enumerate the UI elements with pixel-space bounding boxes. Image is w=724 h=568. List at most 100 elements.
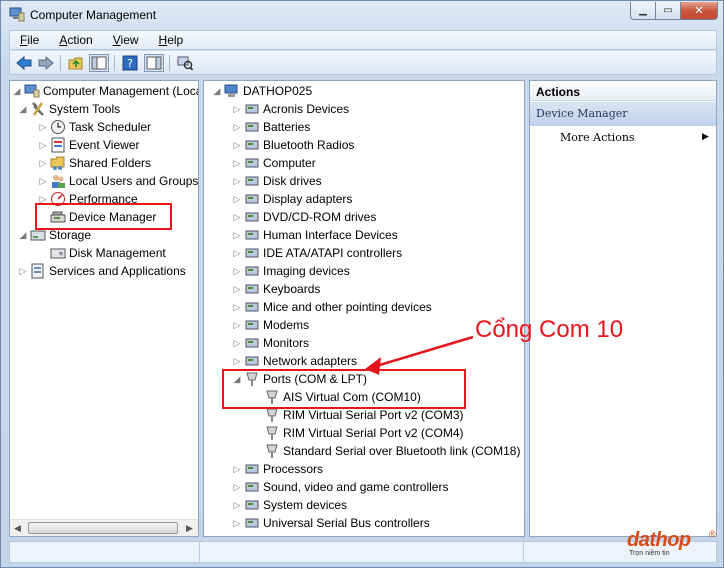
minimize-button[interactable]: ▁ xyxy=(630,2,656,20)
registered-mark: ® xyxy=(709,529,716,539)
device-category[interactable]: ▷ Processors xyxy=(232,460,324,478)
maximize-button[interactable]: ▭ xyxy=(655,2,681,20)
scroll-right-icon[interactable]: ▶ xyxy=(186,523,193,534)
menu-bar: File Action View Help xyxy=(9,30,717,50)
expand-arrow-icon[interactable]: ▷ xyxy=(232,248,242,259)
scan-hardware-icon[interactable] xyxy=(175,54,195,72)
show-hide-action-pane-icon[interactable] xyxy=(144,54,164,72)
device-category[interactable]: ▷ Sound, video and game controllers xyxy=(232,478,449,496)
device-category[interactable]: ▷ Disk drives xyxy=(232,172,322,190)
device-category[interactable]: ▷ Acronis Devices xyxy=(232,100,350,118)
menu-help[interactable]: Help xyxy=(149,33,194,47)
status-cell xyxy=(10,542,200,562)
device-category[interactable]: ▷ Monitors xyxy=(232,334,309,352)
device-category[interactable]: ▷ Bluetooth Radios xyxy=(232,136,355,154)
device-root[interactable]: ◢ DATHOP025 xyxy=(212,82,313,100)
expand-arrow-icon[interactable]: ▷ xyxy=(232,158,242,169)
device-category[interactable]: ▷ Network adapters xyxy=(232,352,358,370)
scrollbar-thumb[interactable] xyxy=(28,522,178,534)
horizontal-scrollbar[interactable]: ◀ ▶ xyxy=(10,519,198,536)
tools-icon xyxy=(30,101,46,117)
computer-management-window: Computer Management ▁ ▭ ✕ File Action Vi… xyxy=(0,0,724,568)
console-tree-pane: ◢ Computer Management (Local ◢ System To… xyxy=(9,80,199,537)
expand-arrow-icon[interactable]: ▷ xyxy=(232,140,242,151)
port-device[interactable]: Standard Serial over Bluetooth link (COM… xyxy=(264,442,520,460)
device-category[interactable]: ▷ IDE ATA/ATAPI controllers xyxy=(232,244,403,262)
device-category-icon xyxy=(244,209,260,225)
expand-arrow-icon[interactable]: ▷ xyxy=(232,464,242,475)
device-category[interactable]: ▷ Display adapters xyxy=(232,190,353,208)
device-category-icon xyxy=(244,515,260,531)
expand-arrow-icon[interactable]: ▷ xyxy=(232,194,242,205)
collapse-arrow-icon[interactable]: ◢ xyxy=(18,230,28,241)
collapse-arrow-icon[interactable]: ◢ xyxy=(212,86,222,97)
expand-arrow-icon[interactable]: ▷ xyxy=(38,158,48,169)
tree-item-event-viewer[interactable]: ▷ Event Viewer xyxy=(38,136,139,154)
expand-arrow-icon[interactable]: ▷ xyxy=(232,284,242,295)
back-arrow-icon[interactable] xyxy=(14,54,34,72)
more-actions-link[interactable]: More Actions xyxy=(560,131,635,144)
expand-arrow-icon[interactable]: ▷ xyxy=(232,500,242,511)
expand-arrow-icon[interactable]: ▷ xyxy=(232,104,242,115)
title-bar: Computer Management ▁ ▭ ✕ xyxy=(1,1,723,29)
collapse-arrow-icon[interactable]: ◢ xyxy=(12,86,22,97)
device-category[interactable]: ▷ Batteries xyxy=(232,118,311,136)
show-hide-console-tree-icon[interactable] xyxy=(89,54,109,72)
expand-arrow-icon[interactable]: ▷ xyxy=(232,320,242,331)
serial-port-icon xyxy=(264,407,280,423)
device-category-icon xyxy=(244,155,260,171)
up-folder-icon[interactable] xyxy=(66,54,86,72)
expand-arrow-icon[interactable]: ▷ xyxy=(232,356,242,367)
device-category[interactable]: ▷ Keyboards xyxy=(232,280,321,298)
menu-file[interactable]: File xyxy=(10,33,49,47)
close-button[interactable]: ✕ xyxy=(680,2,718,20)
actions-pane: Actions Device Manager More Actions ▶ xyxy=(529,80,717,537)
toolbar: ? xyxy=(9,51,717,75)
expand-arrow-icon[interactable]: ▷ xyxy=(232,176,242,187)
tree-item-disk-management[interactable]: Disk Management xyxy=(50,244,166,262)
device-category-icon xyxy=(244,479,260,495)
expand-arrow-icon[interactable]: ▷ xyxy=(232,230,242,241)
menu-action[interactable]: Action xyxy=(49,33,102,47)
computer-management-icon xyxy=(9,7,25,22)
device-category-icon xyxy=(244,137,260,153)
collapse-arrow-icon[interactable]: ◢ xyxy=(18,104,28,115)
device-category[interactable]: ▷ Human Interface Devices xyxy=(232,226,398,244)
device-category-icon xyxy=(244,173,260,189)
menu-view[interactable]: View xyxy=(103,33,149,47)
tree-item-shared-folders[interactable]: ▷ Shared Folders xyxy=(38,154,151,172)
expand-arrow-icon[interactable]: ▷ xyxy=(232,338,242,349)
expand-arrow-icon[interactable]: ▷ xyxy=(232,518,242,529)
forward-arrow-icon[interactable] xyxy=(36,54,56,72)
tree-item-services-applications[interactable]: ▷ Services and Applications xyxy=(18,262,186,280)
device-category[interactable]: ▷ Modems xyxy=(232,316,309,334)
expand-arrow-icon[interactable]: ▷ xyxy=(232,266,242,277)
expand-arrow-icon[interactable]: ▷ xyxy=(38,140,48,151)
clock-icon xyxy=(50,119,66,135)
expand-arrow-icon[interactable]: ▷ xyxy=(232,122,242,133)
tree-root[interactable]: ◢ Computer Management (Local xyxy=(12,82,198,100)
device-category[interactable]: ▷ Universal Serial Bus controllers xyxy=(232,514,430,532)
submenu-arrow-icon[interactable]: ▶ xyxy=(702,131,709,142)
device-category[interactable]: ▷ Imaging devices xyxy=(232,262,350,280)
actions-section-device-manager[interactable]: Device Manager xyxy=(530,102,716,126)
expand-arrow-icon[interactable]: ▷ xyxy=(38,176,48,187)
expand-arrow-icon[interactable]: ▷ xyxy=(38,122,48,133)
tree-item-task-scheduler[interactable]: ▷ Task Scheduler xyxy=(38,118,151,136)
scroll-left-icon[interactable]: ◀ xyxy=(14,523,21,534)
device-category[interactable]: ▷ System devices xyxy=(232,496,348,514)
device-category-icon xyxy=(244,245,260,261)
expand-arrow-icon[interactable]: ▷ xyxy=(18,266,28,277)
expand-arrow-icon[interactable]: ▷ xyxy=(232,212,242,223)
device-category-icon xyxy=(244,119,260,135)
device-category[interactable]: ▷ DVD/CD-ROM drives xyxy=(232,208,377,226)
tree-item-system-tools[interactable]: ◢ System Tools xyxy=(18,100,121,118)
expand-arrow-icon[interactable]: ▷ xyxy=(232,302,242,313)
expand-arrow-icon[interactable]: ▷ xyxy=(232,482,242,493)
device-category[interactable]: ▷ Mice and other pointing devices xyxy=(232,298,432,316)
device-category[interactable]: ▷ Computer xyxy=(232,154,316,172)
tree-item-local-users-groups[interactable]: ▷ Local Users and Groups xyxy=(38,172,198,190)
device-category-icon xyxy=(244,497,260,513)
help-icon[interactable]: ? xyxy=(120,54,140,72)
port-device[interactable]: RIM Virtual Serial Port v2 (COM4) xyxy=(264,424,464,442)
